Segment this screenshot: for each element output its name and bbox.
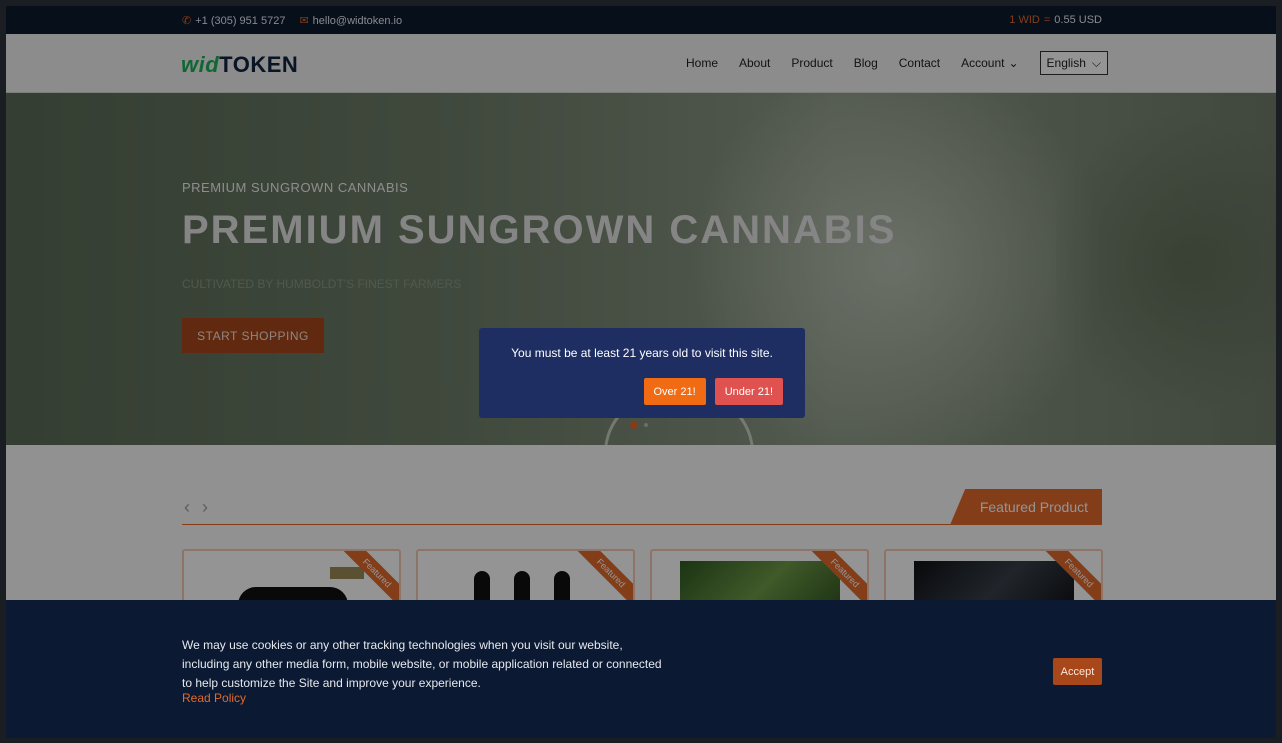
accept-cookies-button[interactable]: Accept xyxy=(1053,658,1102,685)
browser-viewport: ✆ +1 (305) 951 5727 ✉ hello@widtoken.io … xyxy=(6,6,1276,738)
age-buttons: Over 21! Under 21! xyxy=(643,378,783,405)
over-21-button[interactable]: Over 21! xyxy=(643,378,706,405)
cookie-banner: We may use cookies or any other tracking… xyxy=(6,600,1276,738)
cookie-line-2: including any other media form, mobile w… xyxy=(182,657,662,671)
cookie-line-1: We may use cookies or any other tracking… xyxy=(182,638,623,652)
age-verification-modal: You must be at least 21 years old to vis… xyxy=(479,328,805,418)
cookie-text: We may use cookies or any other tracking… xyxy=(182,636,662,693)
cookie-line-3: to help customize the Site and improve y… xyxy=(182,676,481,690)
under-21-button[interactable]: Under 21! xyxy=(714,378,783,405)
age-message: You must be at least 21 years old to vis… xyxy=(511,346,773,360)
read-policy-link[interactable]: Read Policy xyxy=(182,691,246,705)
